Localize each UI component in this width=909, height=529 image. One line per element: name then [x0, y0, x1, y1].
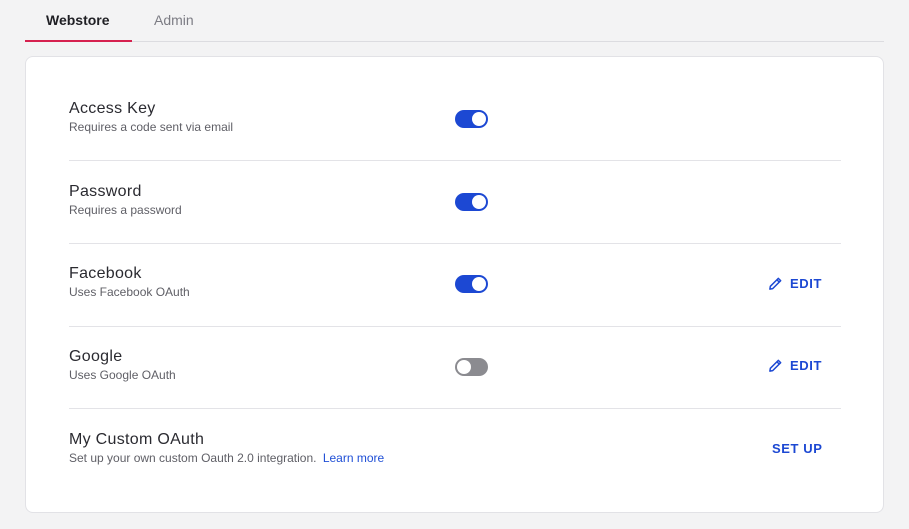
custom-oauth-description: Set up your own custom Oauth 2.0 integra… [69, 451, 317, 465]
tab-webstore[interactable]: Webstore [46, 12, 110, 28]
pencil-icon [769, 359, 782, 372]
method-description: Set up your own custom Oauth 2.0 integra… [69, 451, 384, 465]
edit-button-label: EDIT [790, 276, 823, 291]
login-method-row-password: Password Requires a password [69, 161, 841, 244]
method-description: Requires a code sent via email [69, 120, 234, 134]
method-title: Password [69, 183, 142, 200]
toggle-knob [472, 277, 486, 291]
active-tab-indicator [25, 40, 132, 42]
toggle-facebook[interactable] [455, 275, 488, 293]
edit-facebook-button[interactable]: EDIT [768, 276, 822, 291]
login-methods-card: Access Key Requires a code sent via emai… [25, 56, 884, 513]
login-method-row-google: Google Uses Google OAuth EDIT [69, 326, 841, 409]
login-method-row-custom-oauth: My Custom OAuth Set up your own custom O… [69, 409, 841, 492]
learn-more-link[interactable]: Learn more [323, 451, 384, 465]
tab-admin[interactable]: Admin [154, 12, 194, 28]
method-title: My Custom OAuth [69, 431, 205, 448]
method-title: Facebook [69, 265, 142, 282]
login-method-row-facebook: Facebook Uses Facebook OAuth EDIT [69, 244, 841, 327]
tab-bar: Webstore Admin [25, 0, 884, 42]
toggle-google[interactable] [455, 358, 488, 376]
method-description: Uses Google OAuth [69, 368, 176, 382]
toggle-knob [472, 195, 486, 209]
method-description: Uses Facebook OAuth [69, 285, 190, 299]
set-up-button[interactable]: SET UP [772, 441, 823, 456]
toggle-knob [472, 112, 486, 126]
method-description: Requires a password [69, 203, 182, 217]
toggle-knob [457, 360, 471, 374]
edit-google-button[interactable]: EDIT [768, 358, 822, 373]
pencil-icon [769, 277, 782, 290]
login-method-row-access-key: Access Key Requires a code sent via emai… [69, 78, 841, 161]
toggle-password[interactable] [455, 193, 488, 211]
edit-button-label: EDIT [790, 358, 823, 373]
method-title: Access Key [69, 100, 156, 117]
method-title: Google [69, 348, 123, 365]
toggle-access-key[interactable] [455, 110, 488, 128]
set-up-label: SET UP [772, 441, 823, 456]
